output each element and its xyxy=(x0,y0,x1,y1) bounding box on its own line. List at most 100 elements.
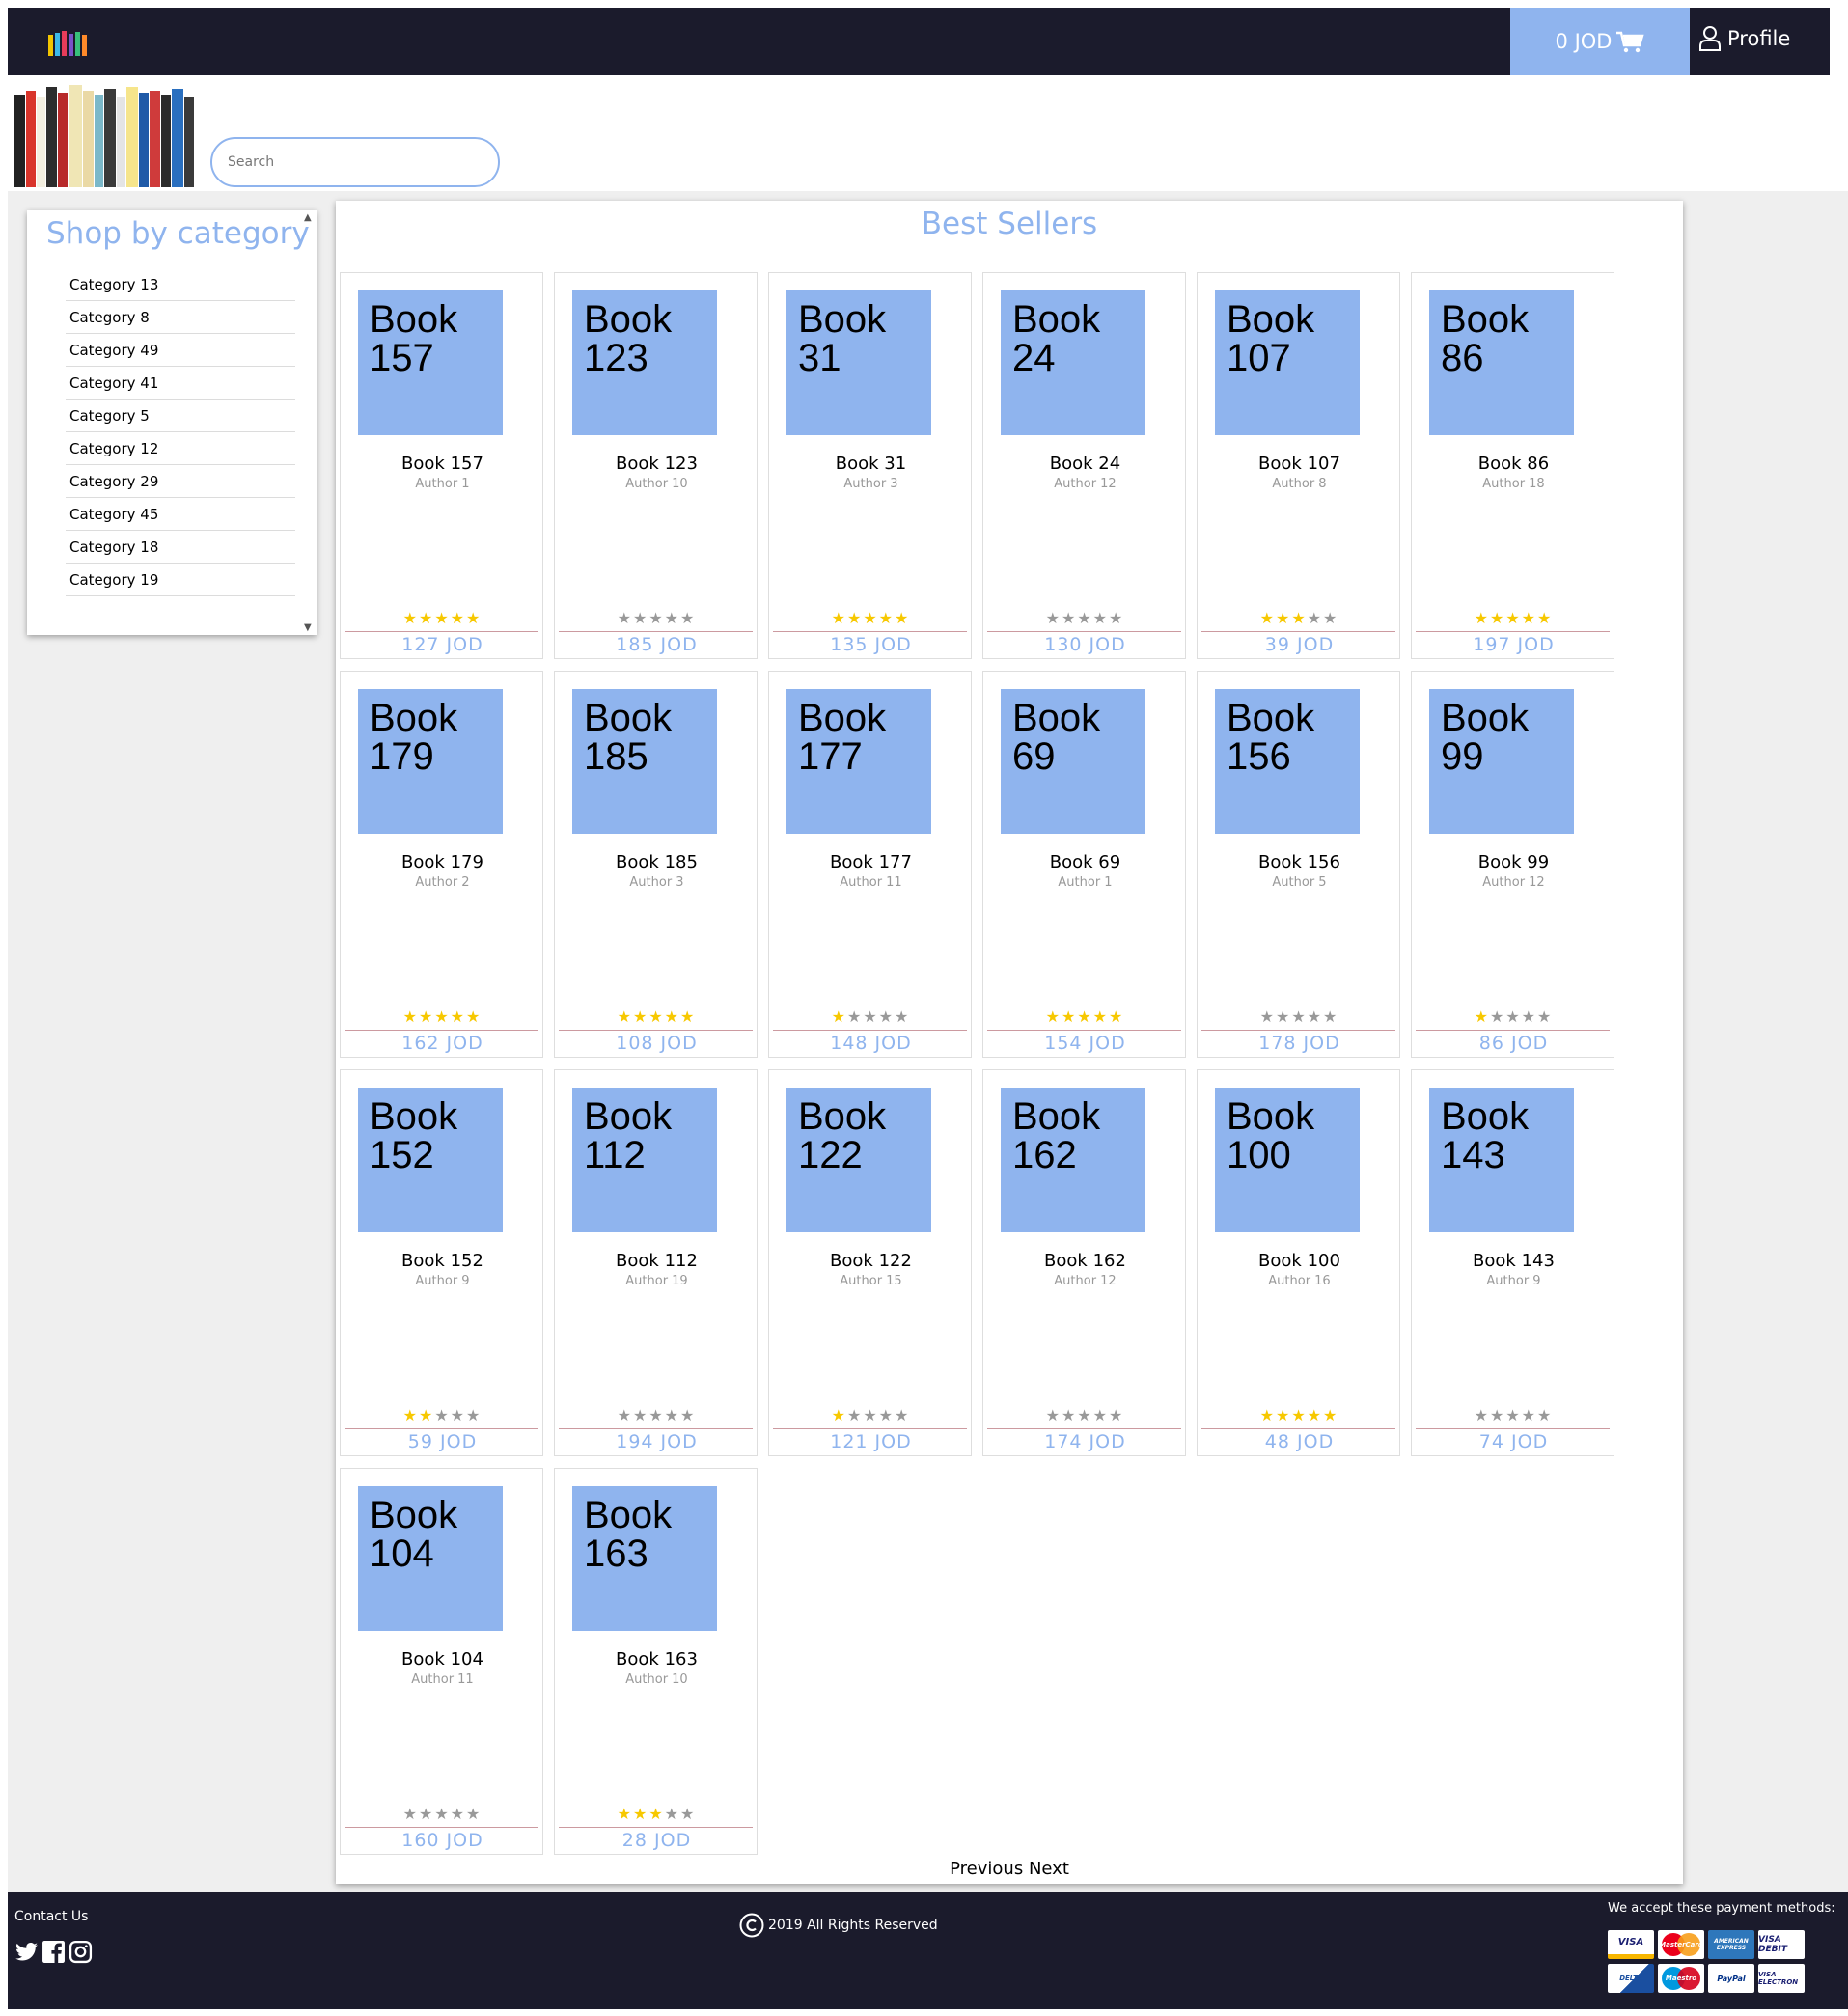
book-title[interactable]: Book 24 xyxy=(983,454,1187,474)
facebook-icon[interactable] xyxy=(41,1940,66,1964)
book-card[interactable]: Book 86 Book 86 Author 18 ★★★★★ 197 JOD xyxy=(1411,272,1614,659)
scroll-up-icon[interactable]: ▲ xyxy=(304,212,312,223)
star-icon: ★ xyxy=(863,1406,879,1424)
book-title[interactable]: Book 69 xyxy=(983,852,1187,872)
book-cover[interactable]: Book 112 xyxy=(572,1088,717,1232)
book-title[interactable]: Book 179 xyxy=(341,852,544,872)
instagram-icon[interactable] xyxy=(69,1940,93,1964)
star-icon: ★ xyxy=(632,609,649,627)
book-title[interactable]: Book 143 xyxy=(1412,1251,1615,1271)
book-author: Author 11 xyxy=(840,875,902,890)
book-author: Author 12 xyxy=(1054,1274,1117,1288)
book-cover[interactable]: Book 99 xyxy=(1429,689,1574,834)
bookshelf-logo[interactable] xyxy=(12,83,201,189)
book-title[interactable]: Book 123 xyxy=(555,454,759,474)
book-card[interactable]: Book 185 Book 185 Author 3 ★★★★★ 108 JOD xyxy=(554,671,758,1058)
book-cover[interactable]: Book 179 xyxy=(358,689,503,834)
book-cover[interactable]: Book 122 xyxy=(786,1088,931,1232)
book-title[interactable]: Book 162 xyxy=(983,1251,1187,1271)
category-item[interactable]: Category 8 xyxy=(66,301,295,334)
book-card[interactable]: Book 122 Book 122 Author 15 ★★★★★ 121 JOD xyxy=(768,1069,972,1456)
category-item[interactable]: Category 13 xyxy=(66,268,295,301)
book-title[interactable]: Book 100 xyxy=(1198,1251,1401,1271)
book-cover[interactable]: Book 143 xyxy=(1429,1088,1574,1232)
category-item[interactable]: Category 12 xyxy=(66,432,295,465)
star-icon: ★ xyxy=(1323,609,1339,627)
book-cover[interactable]: Book 162 xyxy=(1001,1088,1145,1232)
book-title[interactable]: Book 107 xyxy=(1198,454,1401,474)
book-card[interactable]: Book 177 Book 177 Author 11 ★★★★★ 148 JOD xyxy=(768,671,972,1058)
book-card[interactable]: Book 104 Book 104 Author 11 ★★★★★ 160 JOD xyxy=(340,1468,543,1855)
book-card[interactable]: Book 143 Book 143 Author 9 ★★★★★ 74 JOD xyxy=(1411,1069,1614,1456)
book-cover[interactable]: Book 177 xyxy=(786,689,931,834)
book-cover[interactable]: Book 152 xyxy=(358,1088,503,1232)
book-cover[interactable]: Book 69 xyxy=(1001,689,1145,834)
star-icon: ★ xyxy=(402,1406,419,1424)
book-card[interactable]: Book 112 Book 112 Author 19 ★★★★★ 194 JOD xyxy=(554,1069,758,1456)
book-cover[interactable]: Book 107 xyxy=(1215,290,1360,435)
book-card[interactable]: Book 163 Book 163 Author 10 ★★★★★ 28 JOD xyxy=(554,1468,758,1855)
books-logo-icon[interactable] xyxy=(46,29,89,58)
category-item[interactable]: Category 41 xyxy=(66,367,295,400)
twitter-icon[interactable] xyxy=(14,1940,39,1964)
book-cover[interactable]: Book 123 xyxy=(572,290,717,435)
book-title[interactable]: Book 163 xyxy=(555,1649,759,1670)
book-cover[interactable]: Book 31 xyxy=(786,290,931,435)
book-card[interactable]: Book 157 Book 157 Author 1 ★★★★★ 127 JOD xyxy=(340,272,543,659)
book-card[interactable]: Book 162 Book 162 Author 12 ★★★★★ 174 JOD xyxy=(982,1069,1186,1456)
book-card[interactable]: Book 152 Book 152 Author 9 ★★★★★ 59 JOD xyxy=(340,1069,543,1456)
book-cover[interactable]: Book 163 xyxy=(572,1486,717,1631)
category-item[interactable]: Category 19 xyxy=(66,564,295,596)
book-title[interactable]: Book 31 xyxy=(769,454,973,474)
star-icon: ★ xyxy=(632,1008,649,1026)
book-cover[interactable]: Book 104 xyxy=(358,1486,503,1631)
book-title[interactable]: Book 185 xyxy=(555,852,759,872)
cart-button[interactable]: 0 JOD xyxy=(1510,8,1690,75)
book-price: 127 JOD xyxy=(401,634,483,655)
book-cover[interactable]: Book 24 xyxy=(1001,290,1145,435)
star-icon: ★ xyxy=(632,1805,649,1823)
category-item[interactable]: Category 18 xyxy=(66,531,295,564)
book-title[interactable]: Book 104 xyxy=(341,1649,544,1670)
search-input[interactable] xyxy=(210,137,500,187)
category-item[interactable]: Category 45 xyxy=(66,498,295,531)
book-card[interactable]: Book 179 Book 179 Author 2 ★★★★★ 162 JOD xyxy=(340,671,543,1058)
category-item[interactable]: Category 5 xyxy=(66,400,295,432)
book-cover[interactable]: Book 157 xyxy=(358,290,503,435)
category-item[interactable]: Category 29 xyxy=(66,465,295,498)
price-divider xyxy=(559,631,753,632)
scroll-down-icon[interactable]: ▼ xyxy=(304,622,312,633)
book-card[interactable]: Book 99 Book 99 Author 12 ★★★★★ 86 JOD xyxy=(1411,671,1614,1058)
star-icon: ★ xyxy=(632,1406,649,1424)
sidebar-scrollbar[interactable]: ▲ ▼ xyxy=(301,210,317,635)
contact-us-link[interactable]: Contact Us xyxy=(14,1909,88,1924)
star-icon: ★ xyxy=(1521,1008,1538,1026)
star-rating: ★★★★★ xyxy=(769,609,973,627)
book-card[interactable]: Book 24 Book 24 Author 12 ★★★★★ 130 JOD xyxy=(982,272,1186,659)
book-card[interactable]: Book 123 Book 123 Author 10 ★★★★★ 185 JOD xyxy=(554,272,758,659)
star-rating: ★★★★★ xyxy=(555,1008,759,1026)
book-card[interactable]: Book 69 Book 69 Author 1 ★★★★★ 154 JOD xyxy=(982,671,1186,1058)
copyright-icon xyxy=(739,1913,764,1938)
previous-button[interactable]: Previous xyxy=(950,1859,1023,1879)
book-title[interactable]: Book 156 xyxy=(1198,852,1401,872)
book-title[interactable]: Book 152 xyxy=(341,1251,544,1271)
next-button[interactable]: Next xyxy=(1029,1859,1069,1879)
book-cover[interactable]: Book 100 xyxy=(1215,1088,1360,1232)
book-title[interactable]: Book 122 xyxy=(769,1251,973,1271)
book-title[interactable]: Book 99 xyxy=(1412,852,1615,872)
book-title[interactable]: Book 157 xyxy=(341,454,544,474)
book-cover[interactable]: Book 156 xyxy=(1215,689,1360,834)
category-item[interactable]: Category 49 xyxy=(66,334,295,367)
book-card[interactable]: Book 100 Book 100 Author 16 ★★★★★ 48 JOD xyxy=(1197,1069,1400,1456)
book-title[interactable]: Book 177 xyxy=(769,852,973,872)
book-title[interactable]: Book 86 xyxy=(1412,454,1615,474)
book-cover[interactable]: Book 86 xyxy=(1429,290,1574,435)
star-icon: ★ xyxy=(1061,1008,1078,1026)
book-cover[interactable]: Book 185 xyxy=(572,689,717,834)
book-card[interactable]: Book 107 Book 107 Author 8 ★★★★★ 39 JOD xyxy=(1197,272,1400,659)
book-title[interactable]: Book 112 xyxy=(555,1251,759,1271)
book-card[interactable]: Book 31 Book 31 Author 3 ★★★★★ 135 JOD xyxy=(768,272,972,659)
profile-button[interactable]: Profile xyxy=(1698,21,1790,56)
book-card[interactable]: Book 156 Book 156 Author 5 ★★★★★ 178 JOD xyxy=(1197,671,1400,1058)
